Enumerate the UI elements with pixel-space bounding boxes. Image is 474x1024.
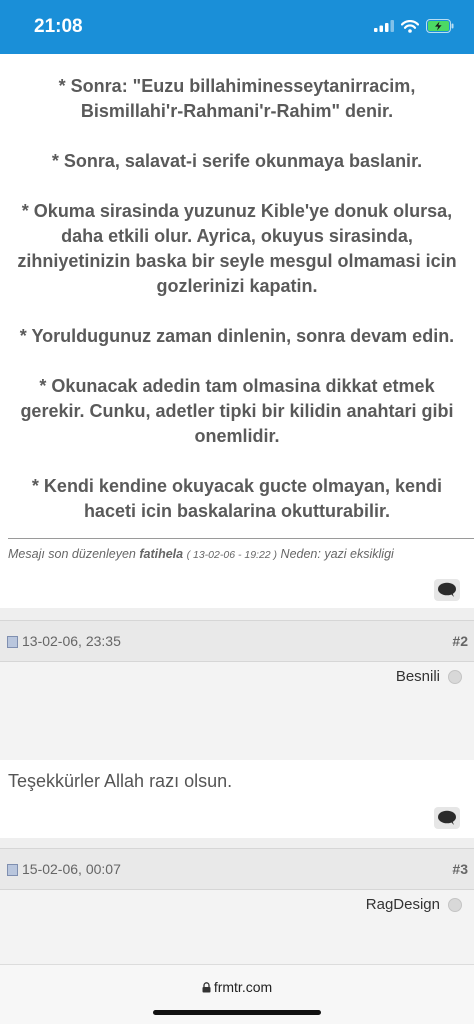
- browser-bottom-bar: frmtr.com: [0, 964, 474, 1024]
- post-3-user-area: RagDesign: [0, 890, 474, 964]
- post-gap: [0, 838, 474, 848]
- post-date: 13-02-06, 23:35: [22, 633, 121, 649]
- user-status-dot: [448, 898, 462, 912]
- post-paragraph: * Okunacak adedin tam olmasina dikkat et…: [20, 376, 454, 446]
- edit-note-reason: Neden: yazi eksikligi: [280, 547, 394, 561]
- post-paragraph: * Kendi kendine okuyacak gucte olmayan, …: [31, 476, 443, 521]
- quote-button[interactable]: [434, 579, 460, 601]
- status-bar: 21:08: [0, 0, 474, 54]
- edit-note-prefix: Mesajı son düzenleyen: [8, 547, 136, 561]
- thread-content: * Sonra: "Euzu billahiminesseytanirracim…: [0, 54, 474, 532]
- url-text: frmtr.com: [213, 979, 273, 995]
- wifi-icon: [401, 19, 419, 33]
- status-icons: [374, 19, 454, 33]
- status-time: 21:08: [34, 16, 83, 37]
- post-number-link[interactable]: #2: [452, 633, 468, 649]
- speech-bubble-icon: [438, 582, 456, 597]
- username-link[interactable]: Besnili: [396, 668, 440, 685]
- user-status-dot: [448, 670, 462, 684]
- signal-icon: [374, 20, 394, 32]
- post-1-body: * Sonra: "Euzu billahiminesseytanirracim…: [0, 54, 474, 524]
- edit-note: Mesajı son düzenleyen fatihela ( 13-02-0…: [8, 547, 394, 561]
- quote-button[interactable]: [434, 807, 460, 829]
- post-3-header: 15-02-06, 00:07 #3: [0, 848, 474, 890]
- post-2-user-area: Besnili: [0, 662, 474, 760]
- post-paragraph: * Sonra: "Euzu billahiminesseytanirracim…: [58, 76, 416, 121]
- post-icon: [7, 636, 18, 648]
- post-paragraph: * Okuma sirasinda yuzunuz Kible'ye donuk…: [17, 201, 457, 296]
- battery-charging-icon: [426, 19, 454, 33]
- speech-bubble-icon: [438, 810, 456, 825]
- post-date: 15-02-06, 00:07: [22, 861, 121, 877]
- home-indicator[interactable]: [153, 1010, 321, 1015]
- username-link[interactable]: RagDesign: [366, 896, 440, 913]
- lock-icon: [202, 982, 211, 993]
- post-2-header: 13-02-06, 23:35 #2: [0, 620, 474, 662]
- address-bar[interactable]: frmtr.com: [0, 979, 474, 995]
- post-divider: [8, 538, 474, 539]
- post-number-link[interactable]: #3: [452, 861, 468, 877]
- edit-note-date: ( 13-02-06 - 19:22 ): [186, 549, 278, 561]
- post-icon: [7, 864, 18, 876]
- post-2-message: Teşekkürler Allah razı olsun.: [8, 771, 233, 791]
- post-gap: [0, 608, 474, 620]
- edit-note-user[interactable]: fatihela: [139, 547, 183, 561]
- post-paragraph: * Sonra, salavat-i serife okunmaya basla…: [51, 151, 423, 171]
- post-paragraph: * Yoruldugunuz zaman dinlenin, sonra dev…: [19, 326, 455, 346]
